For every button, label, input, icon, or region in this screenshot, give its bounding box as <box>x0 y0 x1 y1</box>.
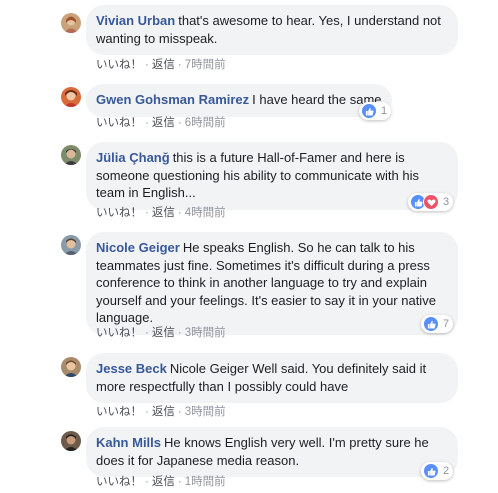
comment-author[interactable]: Nicole Geiger <box>96 240 180 255</box>
comment-bubble: Gwen Gohsman Ramirez I have heard the sam… <box>86 84 392 117</box>
reply-link[interactable]: 返信 <box>152 476 175 488</box>
avatar[interactable] <box>61 357 81 377</box>
reply-link[interactable]: 返信 <box>152 59 175 71</box>
reaction-summary[interactable]: 1 <box>359 102 392 120</box>
comment-timestamp[interactable]: 7時間前 <box>185 59 226 71</box>
reaction-count: 7 <box>443 318 450 330</box>
reaction-summary[interactable]: 2 <box>421 462 454 480</box>
comment-bubble: Kahn Mills He knows English very well. I'… <box>86 427 458 477</box>
like-link[interactable]: いいね！ <box>96 476 142 488</box>
reaction-summary[interactable]: 7 <box>421 315 454 333</box>
comment-actions: いいね！ · 返信 · 1時間前 <box>96 473 226 489</box>
avatar[interactable] <box>61 13 81 33</box>
avatar[interactable] <box>61 235 81 255</box>
separator: · <box>145 406 149 418</box>
like-reaction-icon <box>423 316 439 332</box>
reply-link[interactable]: 返信 <box>152 327 175 339</box>
reply-link[interactable]: 返信 <box>152 207 175 219</box>
comment-timestamp[interactable]: 1時間前 <box>185 476 226 488</box>
love-reaction-icon <box>423 194 439 210</box>
separator: · <box>145 327 149 339</box>
like-link[interactable]: いいね！ <box>96 327 142 339</box>
comment-timestamp[interactable]: 6時間前 <box>185 117 226 129</box>
reaction-count: 1 <box>381 105 388 117</box>
like-link[interactable]: いいね！ <box>96 207 142 219</box>
avatar[interactable] <box>61 431 81 451</box>
reply-link[interactable]: 返信 <box>152 117 175 129</box>
separator: · <box>177 207 182 219</box>
comment-timestamp[interactable]: 3時間前 <box>185 406 226 418</box>
comment-bubble: Vivian Urban that's awesome to hear. Yes,… <box>86 5 458 55</box>
comment-author[interactable]: Kahn Mills <box>96 435 161 450</box>
like-reaction-icon <box>361 103 377 119</box>
like-link[interactable]: いいね！ <box>96 406 142 418</box>
comment-timestamp[interactable]: 4時間前 <box>185 207 226 219</box>
comment-actions: いいね！ · 返信 · 3時間前 <box>96 403 226 419</box>
comment-actions: いいね！ · 返信 · 3時間前 <box>96 324 226 340</box>
separator: · <box>177 117 182 129</box>
separator: · <box>177 476 182 488</box>
separator: · <box>177 59 182 71</box>
comment-author[interactable]: Vivian Urban <box>96 13 175 28</box>
like-link[interactable]: いいね！ <box>96 59 142 71</box>
comment-actions: いいね！ · 返信 · 4時間前 <box>96 204 226 220</box>
separator: · <box>177 406 182 418</box>
like-link[interactable]: いいね！ <box>96 117 142 129</box>
avatar[interactable] <box>61 145 81 165</box>
separator: · <box>177 327 182 339</box>
like-reaction-icon <box>423 463 439 479</box>
separator: · <box>145 207 149 219</box>
reaction-summary[interactable]: 3 <box>408 193 454 211</box>
comment-author[interactable]: Gwen Gohsman Ramirez <box>96 92 249 107</box>
comment-timestamp[interactable]: 3時間前 <box>185 327 226 339</box>
comment-bubble: Jesse Beck Nicole Geiger Well said. You d… <box>86 353 458 403</box>
comment-actions: いいね！ · 返信 · 6時間前 <box>96 114 226 130</box>
comment-bubble: Nicole Geiger He speaks English. So he ca… <box>86 232 458 335</box>
reply-link[interactable]: 返信 <box>152 406 175 418</box>
reaction-count: 3 <box>443 196 450 208</box>
comment-author[interactable]: Jesse Beck <box>96 361 167 376</box>
separator: · <box>145 117 149 129</box>
reaction-count: 2 <box>443 465 450 477</box>
comment-author[interactable]: Jülia Çhanğ <box>96 150 170 165</box>
avatar[interactable] <box>61 87 81 107</box>
separator: · <box>145 476 149 488</box>
separator: · <box>145 59 149 71</box>
comment-bubble: Jülia Çhanğ this is a future Hall-of-Fame… <box>86 142 458 210</box>
comment-actions: いいね！ · 返信 · 7時間前 <box>96 56 226 72</box>
